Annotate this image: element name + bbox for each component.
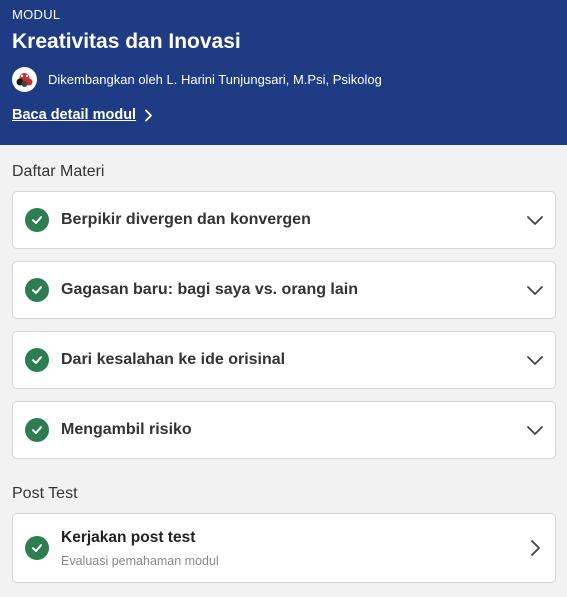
chevron-down-icon[interactable] (525, 210, 545, 230)
module-detail-link[interactable]: Baca detail modul (12, 107, 153, 123)
material-item-label: Gagasan baru: bagi saya vs. orang lain (61, 281, 358, 298)
material-item[interactable]: Dari kesalahan ke ide orisinal (12, 331, 556, 389)
post-test-title: Kerjakan post test (61, 529, 196, 546)
materials-section-title: Daftar Materi (12, 163, 105, 180)
chevron-down-icon[interactable] (525, 350, 545, 370)
check-circle-icon (25, 418, 49, 442)
check-circle-icon (25, 536, 49, 560)
author-avatar (12, 66, 37, 92)
chevron-right-icon (144, 109, 153, 122)
post-test-card[interactable]: Kerjakan post test Evaluasi pemahaman mo… (12, 513, 556, 583)
material-item-label: Dari kesalahan ke ide orisinal (61, 351, 286, 368)
post-test-subtitle: Evaluasi pemahaman modul (61, 554, 219, 568)
check-circle-icon (25, 278, 49, 302)
author-row: Dikembangkan oleh L. Harini Tunjungsari,… (12, 66, 382, 92)
avatar-logo-icon (12, 67, 37, 91)
check-circle-icon (25, 208, 49, 232)
check-circle-icon (25, 348, 49, 372)
material-item[interactable]: Mengambil risiko (12, 401, 556, 459)
module-title: Kreativitas dan Inovasi (12, 30, 241, 53)
chevron-right-icon (525, 538, 545, 558)
author-text: Dikembangkan oleh L. Harini Tunjungsari,… (48, 71, 382, 87)
module-eyebrow: MODUL (12, 7, 61, 22)
material-item[interactable]: Berpikir divergen dan konvergen (12, 191, 556, 249)
chevron-down-icon[interactable] (525, 420, 545, 440)
material-item-label: Mengambil risiko (61, 421, 192, 438)
module-detail-link-label: Baca detail modul (12, 107, 137, 123)
material-item-label: Berpikir divergen dan konvergen (61, 211, 311, 228)
chevron-down-icon[interactable] (525, 280, 545, 300)
module-header: MODUL Kreativitas dan Inovasi Dikembangk… (0, 0, 567, 145)
post-test-section-title: Post Test (12, 485, 78, 502)
material-item[interactable]: Gagasan baru: bagi saya vs. orang lain (12, 261, 556, 319)
